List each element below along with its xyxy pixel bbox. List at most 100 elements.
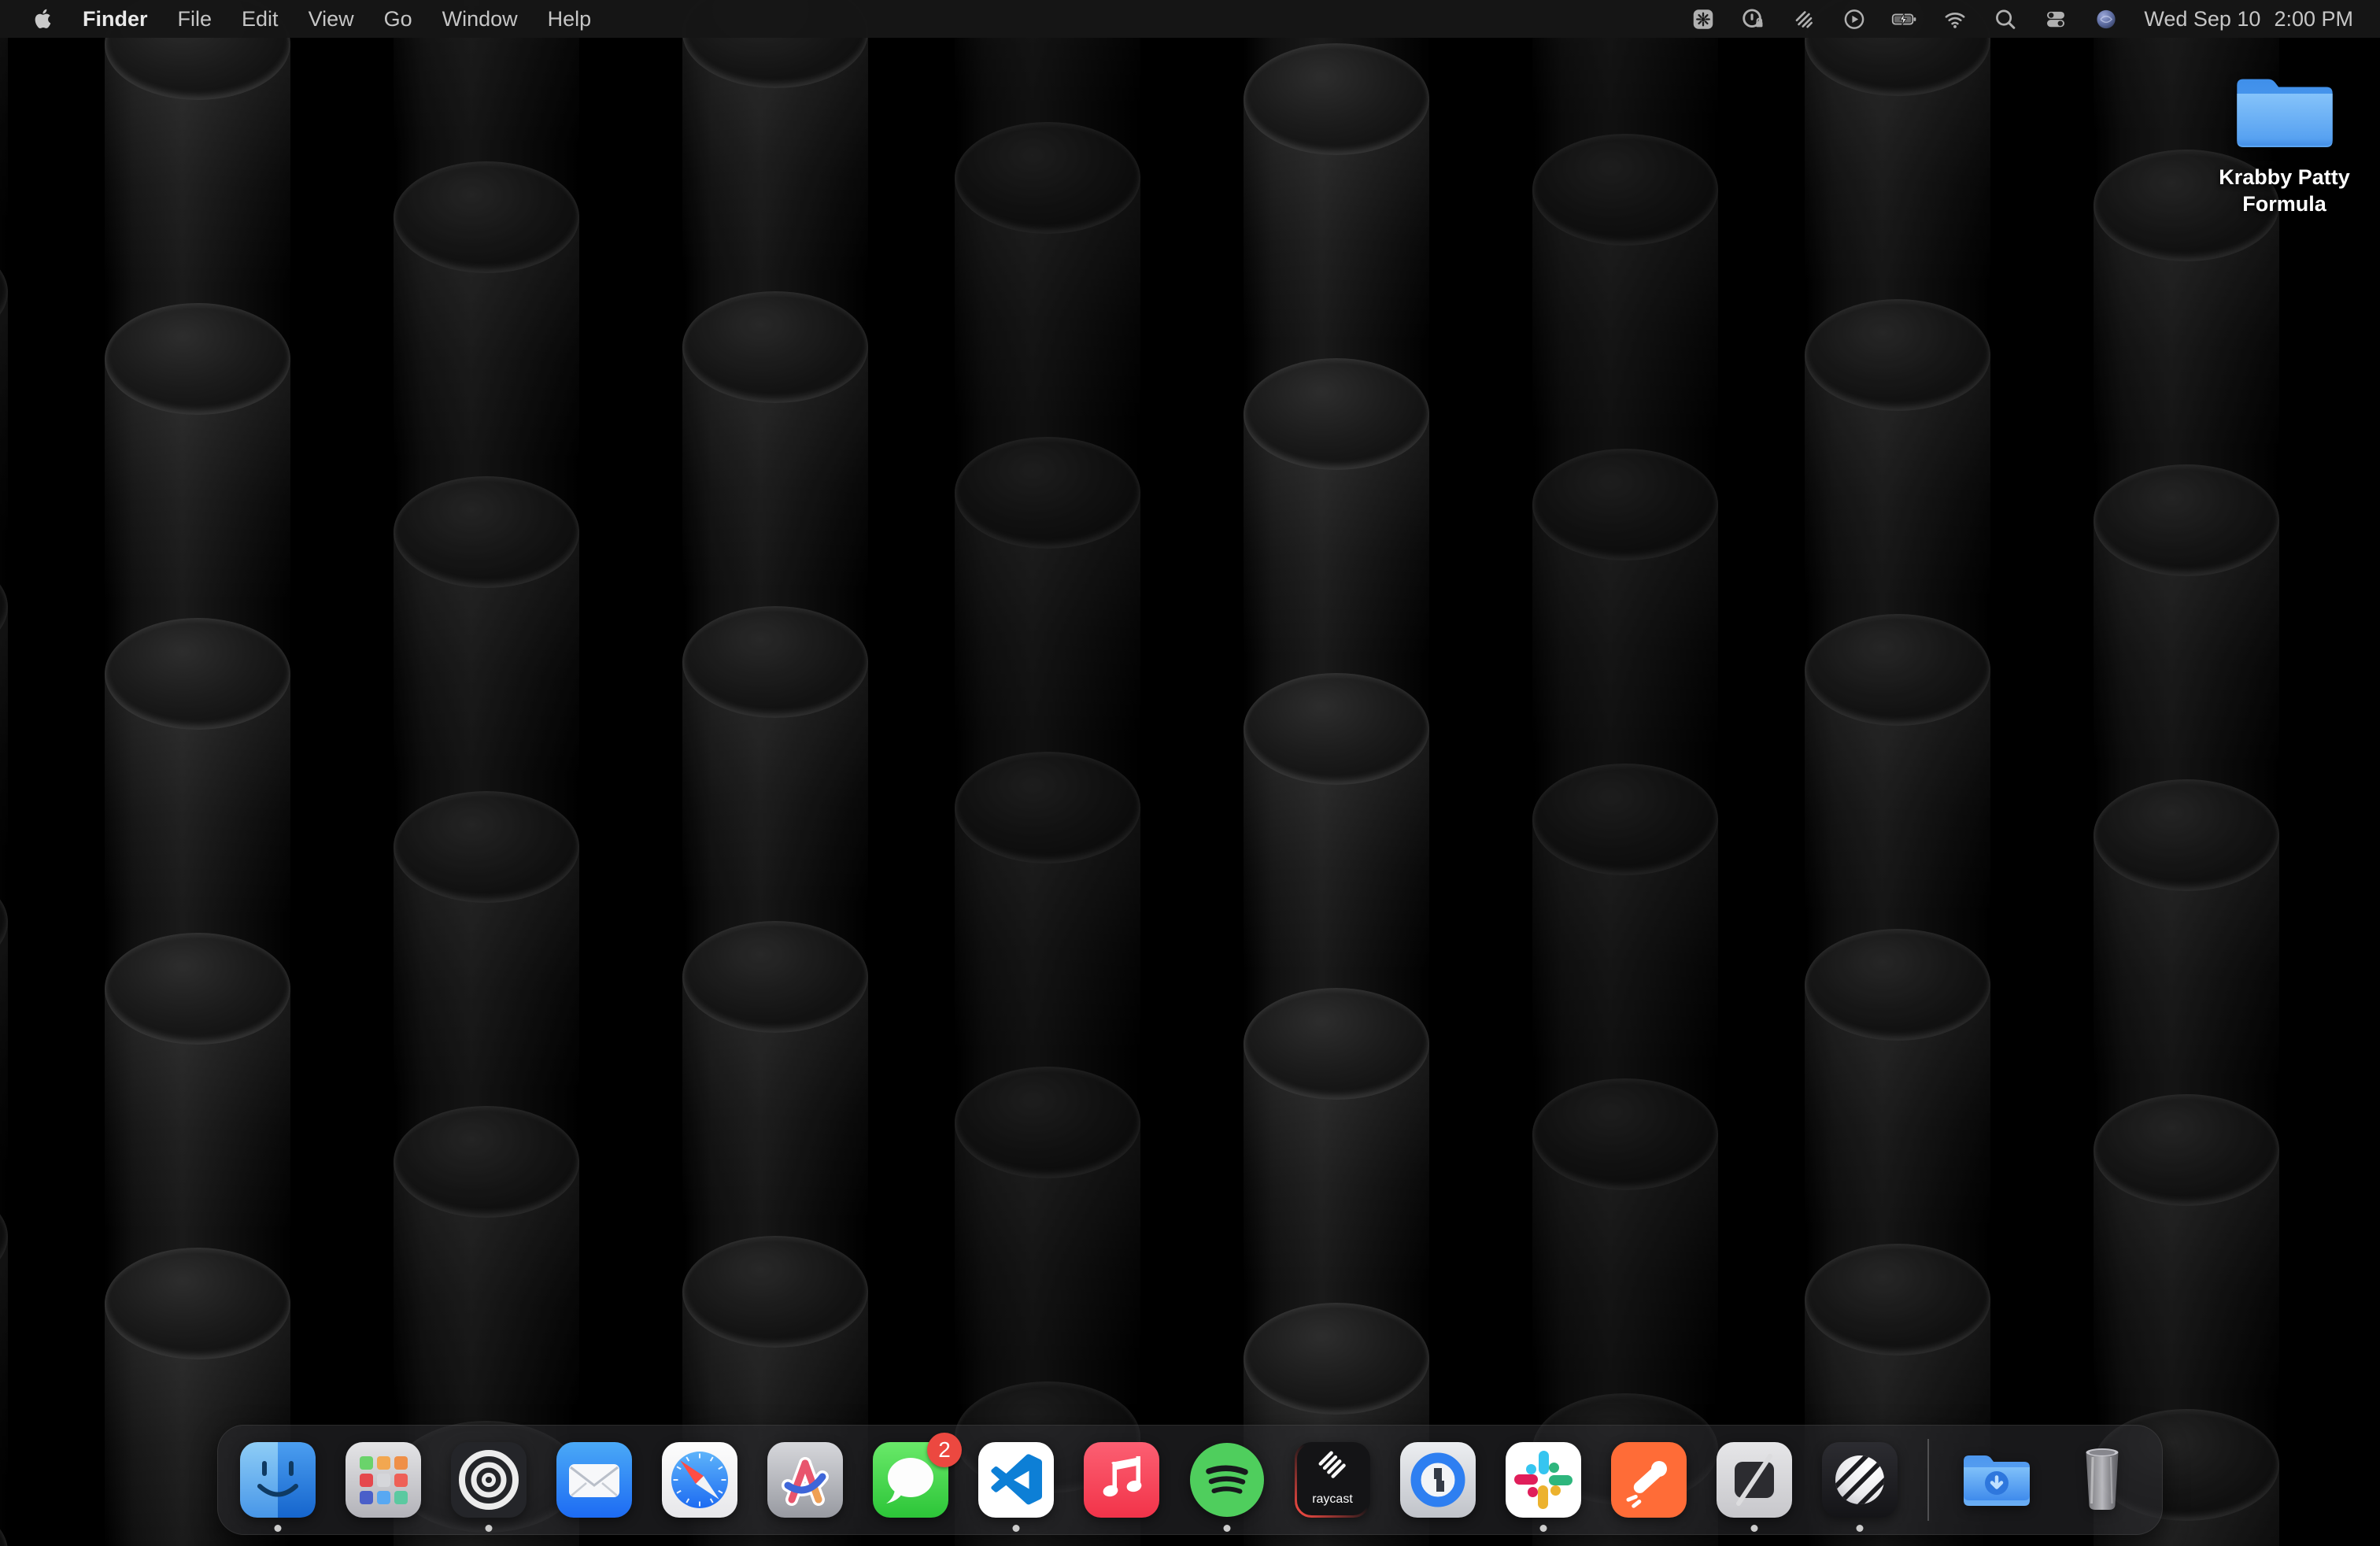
dock-item-onepassword[interactable] xyxy=(1399,1441,1477,1519)
running-indicator-dot xyxy=(1224,1525,1231,1532)
dock-item-vscode[interactable] xyxy=(977,1441,1055,1519)
dock-item-rewind[interactable] xyxy=(449,1441,528,1519)
wallpaper-cylinder-column xyxy=(682,0,868,1546)
menu-bar-right: Wed Sep 10 2:00 PM xyxy=(1678,0,2360,38)
dock-item-slack[interactable] xyxy=(1504,1441,1583,1519)
wallpaper-cylinder-column xyxy=(2094,0,2279,1546)
menu-items: FileEditViewGoWindowHelp xyxy=(163,7,607,31)
cylinder-cap xyxy=(1532,449,1718,560)
dock-divider xyxy=(1927,1439,1929,1521)
onepassword-lock-menu-icon[interactable] xyxy=(1728,0,1779,38)
dock-item-raycast[interactable]: raycast xyxy=(1293,1441,1372,1519)
cylinder-cap xyxy=(1805,299,1990,411)
wallpaper xyxy=(0,0,2380,1546)
macos-desktop: Finder FileEditViewGoWindowHelp Wed Sep … xyxy=(0,0,2380,1546)
dock-item-linear[interactable] xyxy=(1820,1441,1899,1519)
spotlight-search-menu-icon[interactable] xyxy=(1980,0,2031,38)
raycast-icon: raycast xyxy=(1293,1441,1372,1519)
menu-bar-left: Finder FileEditViewGoWindowHelp xyxy=(20,6,606,31)
launchpad-icon xyxy=(344,1441,423,1519)
siri-menu-icon[interactable] xyxy=(2081,0,2131,38)
cylinder-cap xyxy=(682,1236,868,1348)
now-playing-menu-icon[interactable] xyxy=(1829,0,1879,38)
battery-charging-menu-icon[interactable] xyxy=(1879,0,1930,38)
cylinder-cap xyxy=(955,1067,1140,1178)
cylinder-body-sheen xyxy=(0,606,8,921)
cylinder-cap xyxy=(1532,134,1718,246)
arc-icon xyxy=(766,1441,844,1519)
cylinder-cap xyxy=(1244,1303,1429,1415)
dock-item-zed[interactable] xyxy=(1715,1441,1794,1519)
music-icon xyxy=(1082,1441,1161,1519)
wallpaper-cylinder-column xyxy=(394,0,579,1546)
dock-item-postman[interactable] xyxy=(1609,1441,1688,1519)
raycast-icon-label: raycast xyxy=(1312,1492,1353,1506)
cylinder-cap xyxy=(682,291,868,403)
linear-icon xyxy=(1820,1441,1899,1519)
control-center-menu-icon[interactable] xyxy=(2031,0,2081,38)
notification-badge: 2 xyxy=(927,1433,962,1467)
cylinder-cap xyxy=(1805,929,1990,1041)
menu-bar-clock[interactable]: Wed Sep 10 2:00 PM xyxy=(2131,7,2360,31)
cylinder-cap xyxy=(1244,358,1429,470)
menu-window[interactable]: Window xyxy=(427,7,533,31)
dock-item-spotify[interactable] xyxy=(1188,1441,1266,1519)
dock-item-downloads[interactable] xyxy=(1957,1441,2036,1519)
cylinder-cap xyxy=(394,161,579,273)
menu-file[interactable]: File xyxy=(163,7,227,31)
cylinder-body-sheen xyxy=(0,1236,8,1546)
clock-date: Wed Sep 10 xyxy=(2144,7,2260,31)
cylinder-body-sheen xyxy=(0,921,8,1236)
wallpaper-cylinder-column xyxy=(955,0,1140,1546)
running-indicator-dot xyxy=(275,1525,282,1532)
wifi-menu-icon[interactable] xyxy=(1930,0,1980,38)
dock-item-arc[interactable] xyxy=(766,1441,844,1519)
menu-app-name[interactable]: Finder xyxy=(68,7,163,31)
cylinder-body-sheen xyxy=(0,0,8,291)
dock-item-messages[interactable]: 2 xyxy=(871,1441,950,1519)
slack-icon xyxy=(1504,1441,1583,1519)
cylinder-cap xyxy=(1244,43,1429,155)
apple-menu-icon[interactable] xyxy=(20,6,68,31)
cylinder-cap xyxy=(105,618,290,730)
desktop-folder-krabby-patty-formula[interactable]: Krabby Patty Formula xyxy=(2204,71,2365,217)
safari-icon xyxy=(660,1441,739,1519)
cylinder-cap xyxy=(105,1248,290,1359)
mail-icon xyxy=(555,1441,634,1519)
spotify-icon xyxy=(1188,1441,1266,1519)
dock-item-music[interactable] xyxy=(1082,1441,1161,1519)
cylinder-cap xyxy=(394,791,579,903)
running-indicator-dot xyxy=(1857,1525,1864,1532)
clock-time: 2:00 PM xyxy=(2274,7,2353,31)
cylinder-cap xyxy=(955,437,1140,549)
dock-item-finder[interactable] xyxy=(238,1441,317,1519)
wallpaper-cylinder-column xyxy=(1532,0,1718,1546)
dock-item-trash[interactable] xyxy=(2063,1441,2142,1519)
vscode-icon xyxy=(977,1441,1055,1519)
wallpaper-cylinder-column xyxy=(0,0,8,1546)
menu-view[interactable]: View xyxy=(294,7,369,31)
desktop-folder-label: Krabby Patty Formula xyxy=(2210,164,2360,217)
cylinder-cap xyxy=(105,933,290,1045)
cylinder-cap xyxy=(1805,614,1990,726)
menu-bar: Finder FileEditViewGoWindowHelp Wed Sep … xyxy=(0,0,2380,38)
raycast-menu-icon[interactable] xyxy=(1779,0,1829,38)
onepassword-icon xyxy=(1399,1441,1477,1519)
cylinder-cap xyxy=(1805,1244,1990,1356)
dock-item-mail[interactable] xyxy=(555,1441,634,1519)
running-indicator-dot xyxy=(1013,1525,1020,1532)
menu-help[interactable]: Help xyxy=(533,7,607,31)
dock-item-launchpad[interactable] xyxy=(344,1441,423,1519)
cylinder-cap xyxy=(394,476,579,588)
cylinder-cap xyxy=(682,606,868,718)
cylinder-cap xyxy=(1532,764,1718,875)
starburst-app-menu-icon[interactable] xyxy=(1678,0,1728,38)
finder-icon xyxy=(238,1441,317,1519)
wallpaper-cylinder-column xyxy=(1244,0,1429,1546)
trash-icon xyxy=(2063,1441,2142,1519)
menu-edit[interactable]: Edit xyxy=(227,7,294,31)
running-indicator-dot xyxy=(1751,1525,1758,1532)
menu-go[interactable]: Go xyxy=(369,7,427,31)
cylinder-cap xyxy=(1244,988,1429,1100)
dock-item-safari[interactable] xyxy=(660,1441,739,1519)
